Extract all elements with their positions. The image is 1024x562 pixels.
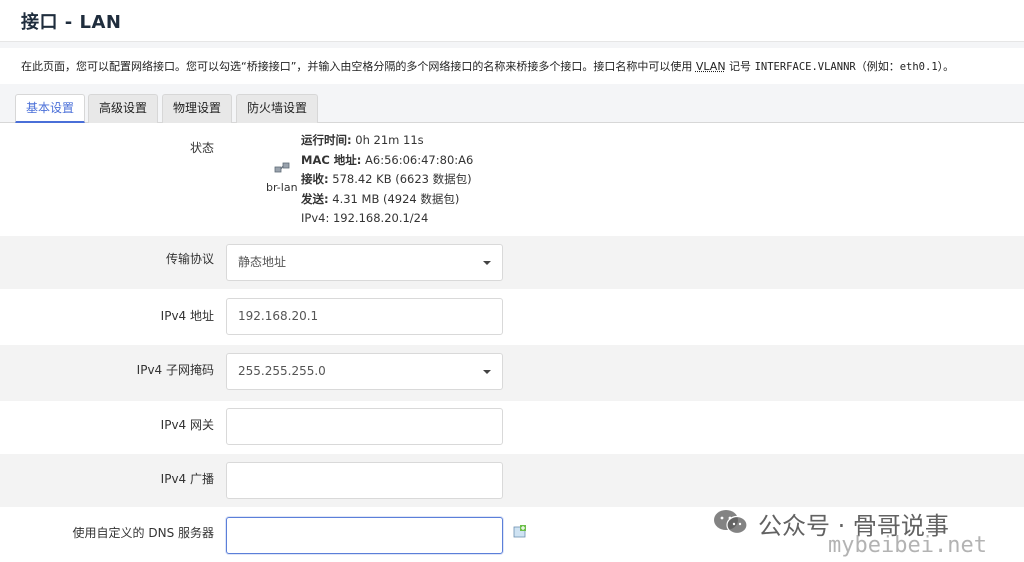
status-row: 状态 br-lan 运行时间: 0h 21m 11s MAC 地址: A6:56… [0, 123, 1024, 236]
network-bridge-icon [274, 162, 290, 173]
description-text: 在此页面，您可以配置网络接口。您可以勾选“桥接接口”，并输入由空格分隔的多个网络… [21, 58, 954, 74]
mac-line: MAC 地址: A6:56:06:47:80:A6 [301, 151, 473, 171]
rx-value: 578.42 KB (6623 数据包) [328, 172, 472, 186]
ipv4-broadcast-label: IPv4 广播 [160, 472, 214, 486]
status-label: 状态 [189, 141, 214, 155]
mac-label: MAC 地址: [301, 152, 362, 167]
tab-advanced-settings[interactable]: 高级设置 [88, 94, 159, 123]
ipv4-netmask-row: IPv4 子网掩码 255.255.255.0 [0, 345, 1024, 401]
ipv4-netmask-select[interactable]: 255.255.255.0 [226, 353, 503, 390]
rx-label: 接收: [301, 172, 329, 186]
ipv4-gateway-label: IPv4 网关 [160, 418, 214, 432]
tab-bar: 基本设置 高级设置 物理设置 防火墙设置 [0, 92, 1024, 123]
watermark-site: mybeibei.net [828, 533, 987, 558]
ipv4-netmask-label: IPv4 子网掩码 [136, 363, 214, 377]
protocol-select[interactable]: 静态地址 [226, 244, 503, 281]
ipv4-address-row: IPv4 地址 192.168.20.1 [0, 289, 1024, 345]
interface-example: eth0.1 [899, 61, 938, 73]
custom-dns-input[interactable] [226, 517, 503, 554]
description-part: ）。 [937, 60, 955, 73]
ipv4-broadcast-row: IPv4 广播 [0, 454, 1024, 507]
ipv4-broadcast-input[interactable] [226, 462, 503, 499]
protocol-label: 传输协议 [165, 252, 214, 266]
ipv4-address-label: IPv4 地址 [160, 309, 214, 323]
ipv4-status-label: IPv4: [301, 211, 330, 225]
tab-basic-settings[interactable]: 基本设置 [15, 94, 86, 123]
vlan-abbr: VLAN [695, 60, 726, 73]
ipv4-line: IPv4: 192.168.20.1/24 [301, 209, 473, 229]
uptime-label: 运行时间: [301, 133, 352, 147]
page-description: 在此页面，您可以配置网络接口。您可以勾选“桥接接口”，并输入由空格分隔的多个网络… [0, 48, 1024, 84]
wechat-icon [714, 510, 748, 535]
custom-dns-label: 使用自定义的 DNS 服务器 [72, 526, 214, 540]
add-entry-icon[interactable] [513, 525, 527, 538]
interface-notation: INTERFACE.VLANNR [754, 61, 856, 73]
protocol-row: 传输协议 静态地址 [0, 236, 1024, 289]
uptime-line: 运行时间: 0h 21m 11s [301, 131, 473, 151]
uptime-value: 0h 21m 11s [351, 133, 424, 147]
ipv4-gateway-row: IPv4 网关 [0, 401, 1024, 454]
ipv4-status-value: 192.168.20.1/24 [329, 211, 429, 225]
rx-line: 接收: 578.42 KB (6623 数据包) [301, 170, 473, 190]
ipv4-gateway-input[interactable] [226, 408, 503, 445]
settings-panel: 状态 br-lan 运行时间: 0h 21m 11s MAC 地址: A6:56… [0, 123, 1024, 562]
tab-physical-settings[interactable]: 物理设置 [162, 94, 233, 123]
tx-value: 4.31 MB (4924 数据包) [328, 191, 460, 206]
tx-label: 发送: [301, 191, 329, 206]
ipv4-address-input[interactable]: 192.168.20.1 [226, 298, 503, 335]
description-part: （例如： [855, 60, 900, 73]
description-part: 记号 [725, 60, 755, 73]
device-name: br-lan [266, 181, 298, 194]
tx-line: 发送: 4.31 MB (4924 数据包) [301, 190, 473, 210]
description-part: 在此页面，您可以配置网络接口。您可以勾选“桥接接口”，并输入由空格分隔的多个网络… [21, 60, 696, 73]
page-header: 接口 - LAN [0, 0, 1024, 42]
status-details: 运行时间: 0h 21m 11s MAC 地址: A6:56:06:47:80:… [301, 131, 473, 229]
page-title: 接口 - LAN [21, 12, 122, 33]
tab-firewall-settings[interactable]: 防火墙设置 [236, 94, 319, 123]
mac-value: A6:56:06:47:80:A6 [361, 152, 474, 167]
